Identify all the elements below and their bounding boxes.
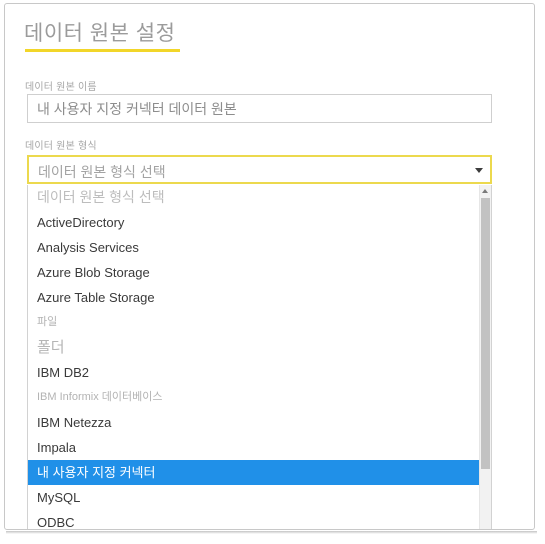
dropdown-option[interactable]: ODBC [28, 510, 481, 529]
settings-panel: 데이터 원본 설정 데이터 원본 이름 데이터 원본 형식 데이터 원본 형식 … [4, 3, 535, 530]
dropdown-option[interactable]: 폴더 [28, 335, 481, 360]
dropdown-option[interactable]: 파일 [28, 310, 481, 335]
dropdown-option[interactable]: 내 사용자 지정 커넥터 [28, 460, 481, 485]
dropdown-option[interactable]: IBM Informix 데이터베이스 [28, 385, 481, 410]
chevron-down-icon[interactable] [475, 168, 483, 173]
dropdown-option[interactable]: ActiveDirectory [28, 210, 481, 235]
data-source-type-selected-value: 데이터 원본 형식 선택 [38, 164, 166, 180]
dropdown-scrollbar[interactable] [479, 185, 491, 529]
dropdown-option[interactable]: Impala [28, 435, 481, 460]
dropdown-option[interactable]: Azure Blob Storage [28, 260, 481, 285]
dropdown-options: 데이터 원본 형식 선택 ActiveDirectory Analysis Serv… [28, 185, 481, 529]
data-source-name-input[interactable] [27, 94, 492, 123]
panel-shadow [6, 531, 537, 534]
data-source-type-select[interactable]: 데이터 원본 형식 선택 [27, 155, 492, 184]
data-source-type-dropdown-list[interactable]: 데이터 원본 형식 선택 ActiveDirectory Analysis Serv… [27, 185, 492, 529]
dropdown-option[interactable]: Azure Table Storage [28, 285, 481, 310]
dropdown-option[interactable]: 데이터 원본 형식 선택 [28, 185, 481, 210]
data-source-name-label: 데이터 원본 이름 [25, 82, 97, 93]
data-source-type-label: 데이터 원본 형식 [25, 141, 97, 152]
dropdown-option[interactable]: MySQL [28, 485, 481, 510]
title-underline-accent [25, 49, 180, 52]
dropdown-option[interactable]: IBM DB2 [28, 360, 481, 385]
caret-up-icon [482, 189, 488, 193]
page-title: 데이터 원본 설정 [24, 22, 176, 45]
scroll-up-button[interactable] [480, 185, 491, 197]
dropdown-option[interactable]: IBM Netezza [28, 410, 481, 435]
scrollbar-thumb[interactable] [481, 198, 490, 469]
dropdown-option[interactable]: Analysis Services [28, 235, 481, 260]
